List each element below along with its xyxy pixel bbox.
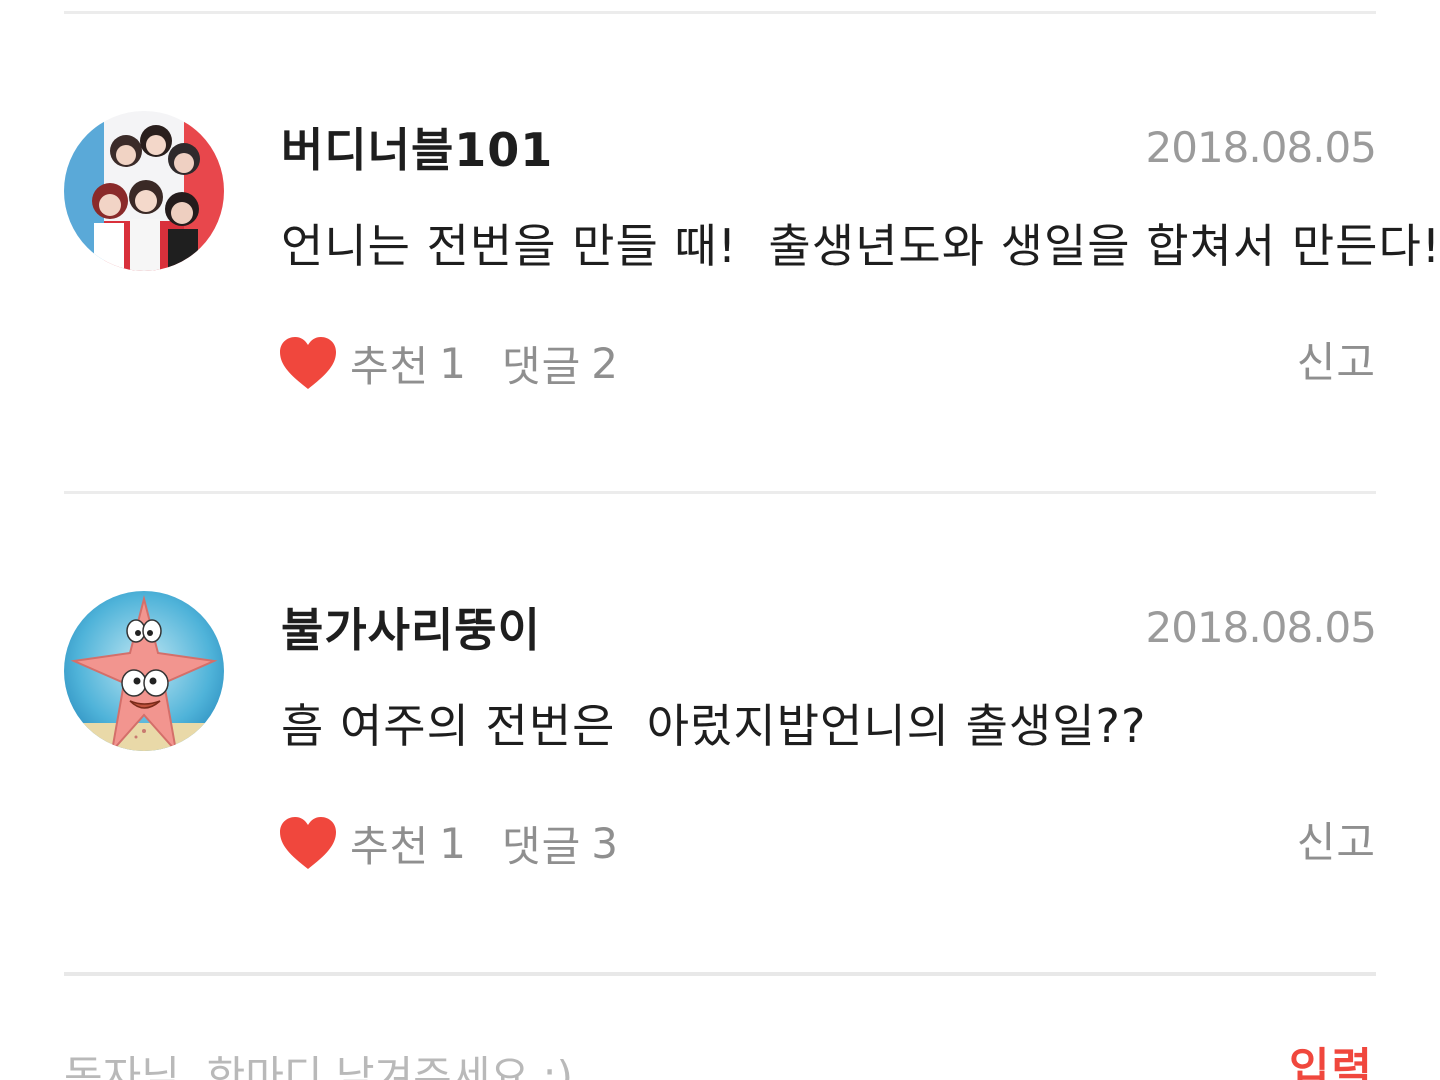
reply-label[interactable]: 댓글	[502, 813, 581, 874]
group-photo-avatar-image	[64, 111, 224, 271]
like-label[interactable]: 추천	[350, 333, 429, 394]
comments-page: 버디너블101 2018.08.05 언니는 전번을 만들 때! 출생년도와 생…	[0, 0, 1440, 1080]
like-count: 1	[439, 818, 467, 868]
starfish-cartoon-avatar-image	[64, 591, 224, 751]
comment-composer: 입력	[0, 976, 1440, 1080]
comment-text: 흠 여주의 전번은 아렀지밥언니의 출생일??	[281, 699, 1147, 753]
comment-item: 버디너블101 2018.08.05 언니는 전번을 만들 때! 출생년도와 생…	[0, 14, 1440, 494]
comment-actions: 추천 1 댓글 2	[278, 332, 618, 394]
reply-label[interactable]: 댓글	[502, 333, 581, 394]
avatar[interactable]	[64, 591, 224, 751]
avatar[interactable]	[64, 111, 224, 271]
comment-date: 2018.08.05	[1145, 123, 1377, 172]
report-button[interactable]: 신고	[1297, 812, 1376, 874]
heart-icon[interactable]	[278, 335, 338, 391]
comment-item: 불가사리뚱이 2018.08.05 흠 여주의 전번은 아렀지밥언니의 출생일?…	[0, 494, 1440, 974]
reply-count: 2	[591, 338, 619, 388]
heart-icon[interactable]	[278, 815, 338, 871]
comment-input[interactable]	[64, 1046, 1164, 1080]
comment-text: 언니는 전번을 만들 때! 출생년도와 생일을 합쳐서 만든다!	[281, 219, 1440, 273]
reply-count: 3	[591, 818, 619, 868]
comment-username[interactable]: 불가사리뚱이	[281, 600, 541, 660]
comment-username[interactable]: 버디너블101	[281, 120, 553, 180]
comment-date: 2018.08.05	[1145, 603, 1377, 652]
like-count: 1	[439, 338, 467, 388]
submit-button[interactable]: 입력	[1289, 1040, 1374, 1080]
like-label[interactable]: 추천	[350, 813, 429, 874]
comment-actions: 추천 1 댓글 3	[278, 812, 618, 874]
report-button[interactable]: 신고	[1297, 332, 1376, 394]
